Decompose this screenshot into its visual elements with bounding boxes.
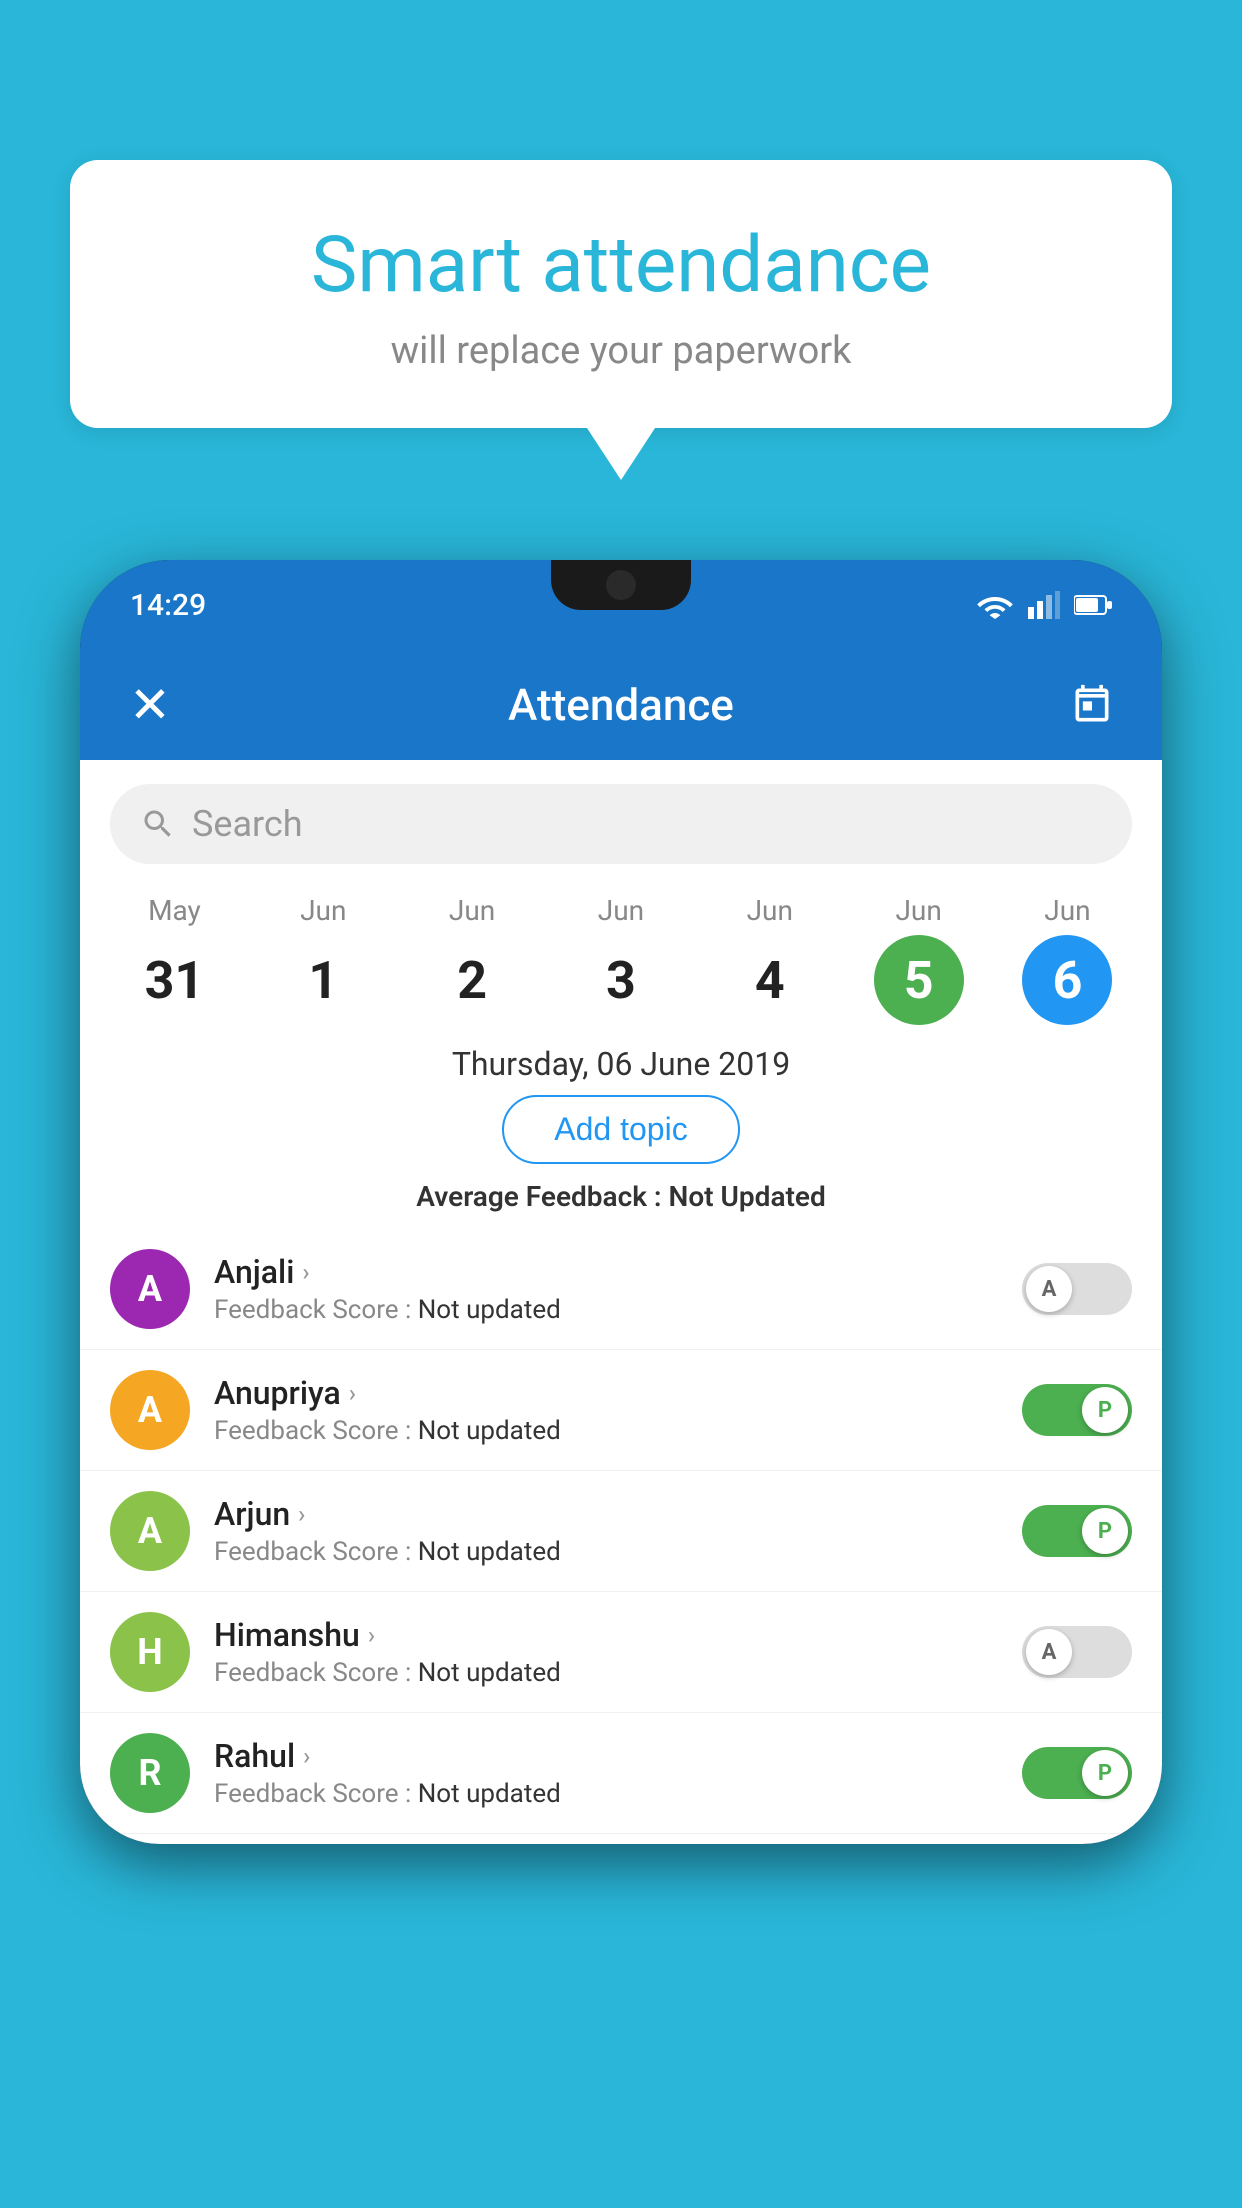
cal-date-number: 4 bbox=[725, 935, 815, 1025]
calendar-day[interactable]: Jun 4 bbox=[710, 894, 830, 1025]
add-topic-button[interactable]: Add topic bbox=[502, 1095, 739, 1164]
bubble-subtitle: will replace your paperwork bbox=[130, 329, 1112, 373]
toggle-knob: P bbox=[1082, 1387, 1128, 1433]
student-info: Anupriya › Feedback Score : Not updated bbox=[214, 1374, 998, 1446]
cal-date-number: 6 bbox=[1022, 935, 1112, 1025]
avatar: A bbox=[110, 1491, 190, 1571]
student-row[interactable]: A Anjali › Feedback Score : Not updated A bbox=[80, 1229, 1162, 1350]
student-row[interactable]: A Anupriya › Feedback Score : Not updated P bbox=[80, 1350, 1162, 1471]
signal-icon bbox=[1028, 591, 1060, 619]
cal-month-label: Jun bbox=[449, 894, 495, 927]
camera-dot bbox=[606, 570, 636, 600]
selected-date-label: Thursday, 06 June 2019 bbox=[80, 1045, 1162, 1083]
search-bar[interactable]: Search bbox=[110, 784, 1132, 864]
attendance-toggle[interactable]: A bbox=[1022, 1263, 1132, 1315]
cal-date-number: 2 bbox=[427, 935, 517, 1025]
student-row[interactable]: A Arjun › Feedback Score : Not updated P bbox=[80, 1471, 1162, 1592]
bubble-title: Smart attendance bbox=[130, 220, 1112, 311]
feedback-value: Not updated bbox=[418, 1295, 561, 1325]
notch bbox=[551, 560, 691, 610]
student-name: Arjun › bbox=[214, 1495, 998, 1533]
chevron-icon: › bbox=[368, 1621, 375, 1649]
close-button[interactable]: ✕ bbox=[120, 675, 180, 735]
cal-date-number: 31 bbox=[129, 935, 219, 1025]
status-icons bbox=[976, 591, 1112, 619]
search-placeholder: Search bbox=[192, 803, 303, 845]
calendar-icon bbox=[1070, 683, 1114, 727]
student-info: Himanshu › Feedback Score : Not updated bbox=[214, 1616, 998, 1688]
feedback-score: Feedback Score : Not updated bbox=[214, 1537, 998, 1567]
toggle-knob: P bbox=[1082, 1750, 1128, 1796]
app-title: Attendance bbox=[508, 679, 734, 731]
phone-frame: 14:29 bbox=[80, 560, 1162, 1844]
avg-feedback: Average Feedback : Not Updated bbox=[80, 1180, 1162, 1213]
chevron-icon: › bbox=[349, 1379, 356, 1407]
wifi-icon bbox=[976, 591, 1014, 619]
phone-outer: 14:29 bbox=[80, 560, 1162, 2208]
app-bar: ✕ Attendance bbox=[80, 650, 1162, 760]
feedback-score: Feedback Score : Not updated bbox=[214, 1658, 998, 1688]
phone-screen: Search May 31 Jun 1 Jun 2 Jun 3 Jun 4 Jun 5 Jun 6 Thu… bbox=[80, 760, 1162, 1844]
student-list: AAnjali ›Feedback Score : Not updatedAAA… bbox=[80, 1229, 1162, 1844]
chevron-icon: › bbox=[298, 1500, 305, 1528]
speech-bubble: Smart attendance will replace your paper… bbox=[70, 160, 1172, 428]
cal-date-number: 3 bbox=[576, 935, 666, 1025]
feedback-score: Feedback Score : Not updated bbox=[214, 1416, 998, 1446]
calendar-day[interactable]: Jun 6 bbox=[1007, 894, 1127, 1025]
calendar-day[interactable]: Jun 5 bbox=[859, 894, 979, 1025]
calendar-day[interactable]: Jun 2 bbox=[412, 894, 532, 1025]
student-info: Anjali › Feedback Score : Not updated bbox=[214, 1253, 998, 1325]
student-name: Rahul › bbox=[214, 1737, 998, 1775]
student-name: Anupriya › bbox=[214, 1374, 998, 1412]
cal-month-label: May bbox=[148, 894, 201, 927]
calendar-day[interactable]: May 31 bbox=[114, 894, 234, 1025]
chevron-icon: › bbox=[303, 1742, 310, 1770]
feedback-value: Not updated bbox=[418, 1416, 561, 1446]
attendance-toggle[interactable]: P bbox=[1022, 1505, 1132, 1557]
status-time: 14:29 bbox=[130, 588, 206, 623]
cal-date-number: 1 bbox=[278, 935, 368, 1025]
calendar-day[interactable]: Jun 3 bbox=[561, 894, 681, 1025]
feedback-score: Feedback Score : Not updated bbox=[214, 1295, 998, 1325]
calendar-day[interactable]: Jun 1 bbox=[263, 894, 383, 1025]
avatar: A bbox=[110, 1370, 190, 1450]
student-name: Anjali › bbox=[214, 1253, 998, 1291]
cal-month-label: Jun bbox=[1044, 894, 1090, 927]
search-icon bbox=[140, 806, 176, 842]
calendar-strip: May 31 Jun 1 Jun 2 Jun 3 Jun 4 Jun 5 Jun 6 bbox=[80, 884, 1162, 1025]
speech-bubble-container: Smart attendance will replace your paper… bbox=[70, 160, 1172, 428]
cal-month-label: Jun bbox=[895, 894, 941, 927]
cal-date-number: 5 bbox=[874, 935, 964, 1025]
attendance-toggle[interactable]: P bbox=[1022, 1747, 1132, 1799]
avatar: H bbox=[110, 1612, 190, 1692]
battery-icon bbox=[1074, 594, 1112, 616]
student-row[interactable]: H Himanshu › Feedback Score : Not updated A bbox=[80, 1592, 1162, 1713]
avatar: A bbox=[110, 1249, 190, 1329]
avg-feedback-label: Average Feedback : bbox=[416, 1180, 661, 1213]
attendance-toggle[interactable]: A bbox=[1022, 1626, 1132, 1678]
student-name: Himanshu › bbox=[214, 1616, 998, 1654]
cal-month-label: Jun bbox=[300, 894, 346, 927]
chevron-icon: › bbox=[302, 1258, 309, 1286]
toggle-knob: A bbox=[1026, 1629, 1072, 1675]
cal-month-label: Jun bbox=[598, 894, 644, 927]
avatar: R bbox=[110, 1733, 190, 1813]
toggle-knob: P bbox=[1082, 1508, 1128, 1554]
cal-month-label: Jun bbox=[747, 894, 793, 927]
student-row[interactable]: R Rahul › Feedback Score : Not updated P bbox=[80, 1713, 1162, 1834]
student-info: Arjun › Feedback Score : Not updated bbox=[214, 1495, 998, 1567]
attendance-toggle[interactable]: P bbox=[1022, 1384, 1132, 1436]
toggle-knob: A bbox=[1026, 1266, 1072, 1312]
feedback-value: Not updated bbox=[418, 1537, 561, 1567]
avg-feedback-value: Not Updated bbox=[669, 1180, 826, 1213]
calendar-icon-button[interactable] bbox=[1062, 675, 1122, 735]
feedback-score: Feedback Score : Not updated bbox=[214, 1779, 998, 1809]
student-info: Rahul › Feedback Score : Not updated bbox=[214, 1737, 998, 1809]
feedback-value: Not updated bbox=[418, 1779, 561, 1809]
feedback-value: Not updated bbox=[418, 1658, 561, 1688]
